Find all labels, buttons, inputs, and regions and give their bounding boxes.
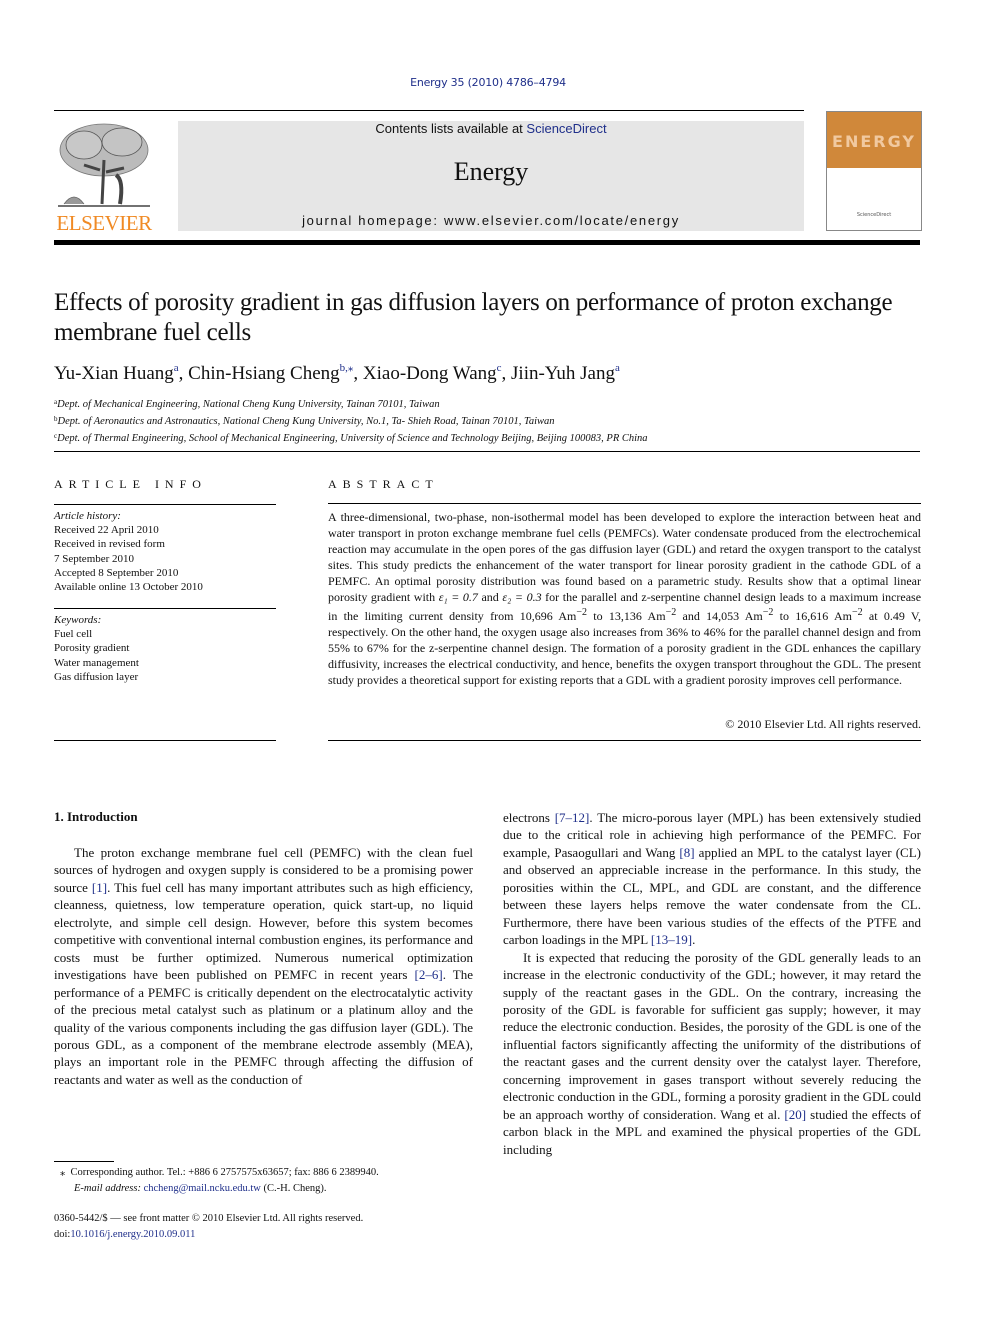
text-segment: It is expected that reducing the porosit…	[503, 949, 921, 1122]
author-separator: ,	[353, 363, 363, 384]
email-suffix: (C.-H. Cheng).	[260, 1182, 327, 1194]
footnote-rule	[54, 1161, 114, 1162]
reference-link[interactable]: [20]	[784, 1107, 806, 1122]
author-name[interactable]: Jiin-Yuh Jang	[511, 363, 615, 384]
history-item: Received 22 April 2010	[54, 524, 159, 537]
author-affil-mark[interactable]: b,⁎	[340, 362, 354, 374]
abstract-heading: ABSTRACT	[328, 477, 439, 491]
text-segment: .	[692, 932, 696, 948]
epsilon-1-value: ε₁ = 0.7	[438, 590, 478, 604]
reference-link[interactable]: [2–6]	[415, 967, 443, 982]
abstract-segment: to 13,136 Am	[587, 609, 666, 623]
article-history: Article history: Received 22 April 2010 …	[54, 509, 203, 594]
journal-banner: Contents lists available at ScienceDirec…	[178, 121, 804, 231]
text-segment: . This fuel cell has many important attr…	[54, 879, 474, 983]
article-history-label: Article history:	[54, 510, 121, 522]
abstract-segment: and 14,053 Am	[676, 609, 763, 623]
footnote-line: ⁎ Corresponding author. Tel.: +886 6 275…	[60, 1165, 379, 1181]
header-thick-rule	[54, 240, 920, 245]
paragraph: It is expected that reducing the porosit…	[503, 949, 921, 1158]
doi-link[interactable]: 10.1016/j.energy.2010.09.011	[70, 1229, 195, 1240]
article-info-divider	[54, 504, 276, 505]
keywords: Keywords: Fuel cell Porosity gradient Wa…	[54, 613, 139, 684]
article-info-bottom-rule	[54, 740, 276, 741]
header-top-rule	[54, 110, 804, 111]
affiliation-text: Dept. of Mechanical Engineering, Nationa…	[57, 399, 440, 410]
sciencedirect-link[interactable]: ScienceDirect	[526, 121, 606, 136]
elsevier-logo[interactable]: ELSEVIER	[54, 120, 154, 235]
author-name[interactable]: Yu-Xian Huang	[54, 363, 174, 384]
abstract-bottom-rule	[328, 740, 921, 741]
keywords-divider	[54, 608, 276, 609]
journal-cover-thumbnail[interactable]: ENERGY ScienceDirect	[826, 111, 922, 231]
affiliation-list: aDept. of Mechanical Engineering, Nation…	[54, 395, 648, 446]
keyword-item: Gas diffusion layer	[54, 670, 139, 683]
history-item: Available online 13 October 2010	[54, 581, 203, 594]
email-link[interactable]: chcheng@mail.ncku.edu.tw	[144, 1183, 261, 1194]
contents-prefix: Contents lists available at	[375, 121, 527, 136]
author-name[interactable]: Xiao-Dong Wang	[363, 363, 497, 384]
author-list: Yu-Xian Huang a, Chin-Hsiang Chengb,⁎, Xi…	[54, 361, 620, 385]
text-segment: applied an MPL to the catalyst layer (CL…	[503, 844, 921, 948]
cover-title: ENERGY	[832, 132, 916, 151]
text-segment: electrons	[503, 810, 555, 825]
unit-exponent: −2	[576, 607, 587, 618]
affiliation-divider	[54, 451, 920, 452]
body-column-left: The proton exchange membrane fuel cell (…	[54, 844, 473, 1088]
abstract-copyright: © 2010 Elsevier Ltd. All rights reserved…	[725, 717, 921, 731]
elsevier-wordmark: ELSEVIER	[56, 211, 152, 235]
reference-link[interactable]: [1]	[92, 880, 107, 895]
corresponding-author-text: Corresponding author. Tel.: +886 6 27575…	[70, 1167, 379, 1178]
unit-exponent: −2	[851, 607, 863, 618]
history-item: Received in revised form	[54, 538, 165, 551]
abstract-divider	[328, 503, 921, 504]
author-separator: ,	[178, 363, 189, 384]
epsilon-2-value: ε₂ = 0.3	[502, 590, 542, 604]
journal-name: Energy	[453, 157, 529, 186]
doi-line: doi:10.1016/j.energy.2010.09.011	[54, 1227, 363, 1243]
paragraph: electrons [7–12]. The micro-porous layer…	[503, 809, 921, 949]
history-item: 7 September 2010	[54, 552, 135, 565]
affiliation-item: aDept. of Mechanical Engineering, Nation…	[54, 395, 648, 412]
article-title: Effects of porosity gradient in gas diff…	[54, 289, 893, 346]
unit-exponent: −2	[665, 607, 677, 618]
front-matter: 0360-5442/$ — see front matter © 2010 El…	[54, 1211, 363, 1242]
author-affil-mark[interactable]: a	[615, 362, 620, 374]
footnote-email-line: E-mail address: chcheng@mail.ncku.edu.tw…	[60, 1181, 379, 1197]
section-heading-introduction: 1. Introduction	[54, 809, 138, 824]
body-column-right: electrons [7–12]. The micro-porous layer…	[503, 809, 921, 1158]
contents-available: Contents lists available at ScienceDirec…	[178, 121, 804, 136]
abstract-segment: and	[477, 590, 503, 604]
elsevier-tree-icon	[58, 123, 150, 207]
reference-link[interactable]: [7–12]	[555, 810, 590, 825]
affiliation-item: cDept. of Thermal Engineering, School of…	[54, 429, 648, 446]
unit-exponent: −2	[762, 607, 774, 618]
keyword-item: Water management	[54, 656, 139, 669]
journal-citation-link[interactable]: Energy 35 (2010) 4786–4794	[0, 76, 976, 89]
footnote-star: ⁎	[60, 1167, 66, 1178]
reference-link[interactable]: [8]	[679, 845, 694, 860]
reference-link[interactable]: [13–19]	[651, 932, 692, 947]
affiliation-text: Dept. of Thermal Engineering, School of …	[57, 433, 648, 444]
abstract-segment: to 16,616 Am	[773, 609, 852, 623]
email-label: E-mail address:	[74, 1182, 141, 1194]
paragraph: The proton exchange membrane fuel cell (…	[54, 844, 473, 1088]
keyword-item: Porosity gradient	[54, 642, 130, 655]
history-item: Accepted 8 September 2010	[54, 566, 179, 579]
issn-line: 0360-5442/$ — see front matter © 2010 El…	[54, 1213, 364, 1224]
affiliation-text: Dept. of Aeronautics and Astronautics, N…	[57, 416, 555, 427]
footnote-corresponding-author: ⁎ Corresponding author. Tel.: +886 6 275…	[60, 1165, 379, 1196]
author-name[interactable]: Chin-Hsiang Cheng	[188, 363, 339, 384]
keywords-label: Keywords:	[54, 614, 102, 626]
cover-orange-band: ENERGY	[827, 112, 921, 168]
text-segment: . The performance of a PEMFC is critical…	[54, 967, 473, 1087]
keyword-item: Fuel cell	[54, 628, 93, 641]
doi-label: doi:	[54, 1228, 71, 1240]
author-separator: ,	[501, 363, 512, 384]
journal-homepage-link[interactable]: journal homepage: www.elsevier.com/locat…	[178, 213, 804, 228]
affiliation-item: bDept. of Aeronautics and Astronautics, …	[54, 412, 648, 429]
cover-sciencedirect-mark: ScienceDirect	[856, 212, 892, 218]
article-info-heading: ARTICLE INFO	[54, 477, 207, 491]
abstract-text: A three-dimensional, two-phase, non-isot…	[328, 509, 921, 688]
